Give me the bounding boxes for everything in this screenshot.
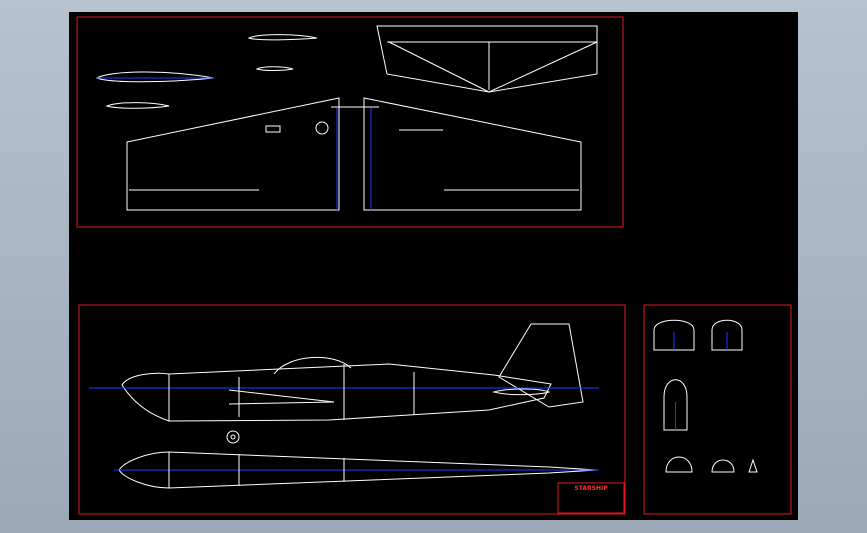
former-section-f	[748, 458, 758, 473]
wing-planform-right	[363, 97, 582, 211]
fuselage-side-view	[121, 363, 552, 422]
airfoil-section-medium	[105, 102, 170, 109]
wing-section-side-bottom	[228, 401, 335, 405]
stabilizer-elevator-left	[388, 41, 490, 93]
stabilizer-elevator-right	[488, 41, 598, 93]
formers-sheet-frame	[643, 304, 792, 515]
title-block-title: STARSHIP	[574, 485, 608, 492]
title-block: STARSHIP	[557, 482, 625, 514]
airfoil-section-small	[247, 34, 318, 41]
airfoil-section-tiny	[255, 66, 294, 71]
wing-planform	[126, 97, 340, 211]
formers-sheet	[643, 304, 792, 515]
wing-servo-box	[265, 125, 281, 133]
canopy	[273, 356, 352, 375]
wing-section-side	[228, 389, 335, 403]
cad-drawing: STARSHIP	[76, 16, 792, 515]
drawing-canvas: STARSHIP	[69, 12, 798, 520]
fuselage-sheet: STARSHIP	[78, 304, 626, 515]
airfoil-section-large	[95, 71, 215, 83]
landing-wheel-hub	[230, 434, 236, 440]
wing-sheet-frame	[76, 16, 624, 228]
stabilizer-planform	[376, 25, 598, 93]
former-section-e	[711, 459, 735, 473]
landing-wheel	[226, 430, 240, 444]
fuselage-sheet-frame	[78, 304, 626, 515]
horizontal-stabilizer-side	[492, 388, 551, 396]
former-section-d	[665, 456, 693, 473]
wing-sheet	[76, 16, 624, 228]
wing-servo-ring	[315, 121, 329, 135]
